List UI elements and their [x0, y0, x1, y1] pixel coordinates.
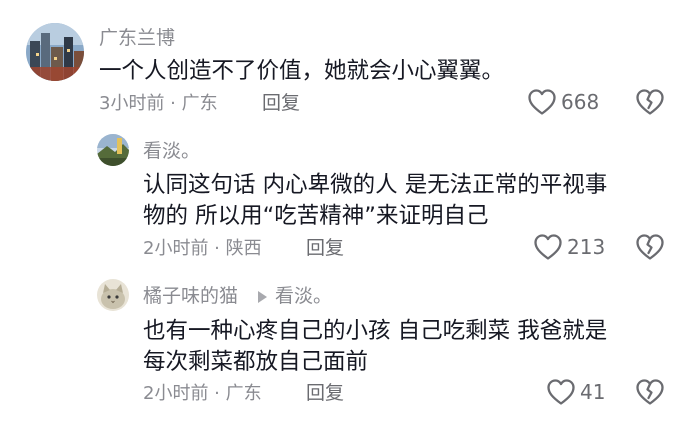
comment-text: 一个人创造不了价值，她就会小心翼翼。: [99, 56, 504, 87]
avatar[interactable]: [97, 279, 129, 311]
comment-text-line: 认同这句话 内心卑微的人 是无法正常的平视事: [143, 172, 608, 198]
heart-outline-icon: [534, 234, 562, 260]
comment-meta: 3小时前 · 广东: [99, 93, 218, 114]
dislike-button[interactable]: [635, 378, 665, 406]
comment-meta: 2小时前 · 陕西: [143, 238, 262, 259]
dislike-button[interactable]: [635, 88, 665, 116]
reply-to[interactable]: 看淡。: [258, 287, 332, 306]
city-photo-avatar-icon: [26, 23, 84, 81]
like-count: 41: [580, 380, 606, 404]
reply-button[interactable]: 回复: [306, 384, 344, 403]
like-count: 213: [567, 235, 606, 259]
comment-text: 认同这句话 内心卑微的人 是无法正常的平视事 物的 所以用“吃苦精神”来证明自己: [143, 170, 607, 232]
comment-text-line: 一个人创造不了价值，她就会小心翼翼。: [99, 58, 505, 84]
dislike-button[interactable]: [635, 233, 665, 261]
reply-to-username: 看淡。: [275, 285, 333, 307]
comment-text: 也有一种心疼自己的小孩 自己吃剩菜 我爸就是 每次剩菜都放自己面前: [143, 316, 607, 378]
like-button[interactable]: 668: [527, 88, 599, 116]
triangle-right-icon: [258, 290, 267, 303]
comment-text-line: 也有一种心疼自己的小孩 自己吃剩菜 我爸就是: [143, 318, 608, 344]
comment-item: 看淡。 认同这句话 内心卑微的人 是无法正常的平视事 物的 所以用“吃苦精神”来…: [0, 125, 690, 265]
avatar[interactable]: [26, 23, 84, 81]
like-button[interactable]: 41: [546, 378, 605, 406]
username[interactable]: 看淡。: [143, 142, 200, 161]
username[interactable]: 橘子味的猫: [143, 287, 238, 306]
comment-text-line: 每次剩菜都放自己面前: [143, 349, 369, 375]
broken-heart-icon: [636, 234, 664, 260]
like-button[interactable]: 213: [533, 233, 605, 261]
reply-button[interactable]: 回复: [306, 239, 344, 258]
comment-item: 橘子味的猫 看淡。 也有一种心疼自己的小孩 自己吃剩菜 我爸就是 每次剩菜都放自…: [0, 265, 690, 422]
reply-button[interactable]: 回复: [262, 94, 300, 113]
heart-outline-icon: [528, 89, 556, 115]
cat-photo-avatar-icon: [97, 279, 129, 311]
like-count: 668: [561, 90, 600, 114]
comment-item: 广东兰博 一个人创造不了价值，她就会小心翼翼。 3小时前 · 广东 回复 668: [0, 0, 690, 125]
broken-heart-icon: [636, 89, 664, 115]
heart-outline-icon: [547, 379, 575, 405]
comment-text-line: 物的 所以用“吃苦精神”来证明自己: [143, 203, 489, 229]
broken-heart-icon: [636, 379, 664, 405]
landscape-photo-avatar-icon: [97, 134, 129, 166]
comment-meta: 2小时前 · 广东: [143, 383, 262, 404]
username[interactable]: 广东兰博: [99, 29, 175, 48]
avatar[interactable]: [97, 134, 129, 166]
